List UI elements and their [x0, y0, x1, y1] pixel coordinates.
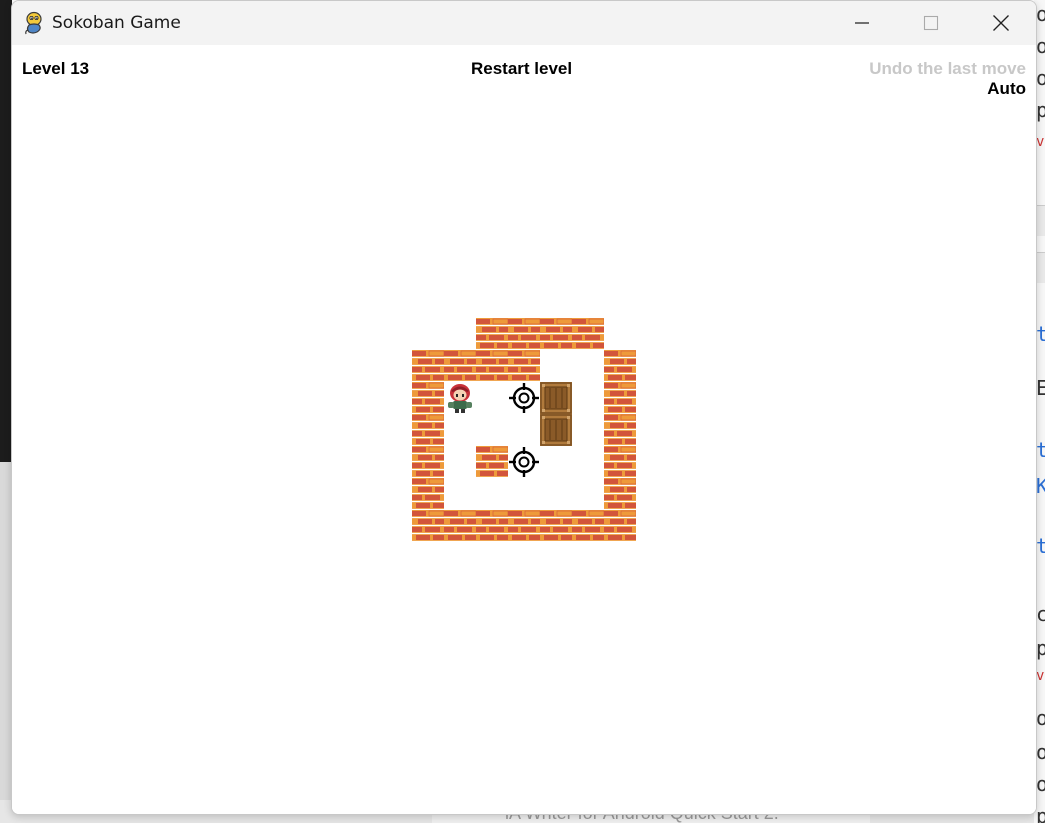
sokoban-window: Sokoban Game Level 13 Restart level Undo…: [11, 0, 1037, 815]
wooden-crate-box: [540, 414, 572, 446]
auto-solve-button[interactable]: Auto: [987, 79, 1026, 99]
background-code-fragment: v: [1036, 134, 1045, 150]
wall-tile: [412, 510, 445, 543]
background-code-fragment: o: [1036, 34, 1045, 58]
background-code-fragment: p: [1036, 636, 1045, 660]
title-bar[interactable]: Sokoban Game: [12, 1, 1036, 45]
undo-last-move-button[interactable]: Undo the last move: [869, 59, 1026, 79]
maximize-button[interactable]: [908, 1, 954, 45]
minimize-icon: [855, 22, 869, 24]
background-code-fragment: p: [1036, 98, 1045, 122]
background-link-fragment: t: [1036, 534, 1045, 558]
player-character: [444, 382, 476, 414]
wall-tile: [540, 510, 573, 543]
background-code-fragment: o: [1036, 740, 1045, 764]
wall-tile: [476, 510, 509, 543]
level-label: Level 13: [22, 59, 90, 78]
background-code-fragment: v: [1036, 668, 1045, 684]
window-title: Sokoban Game: [52, 13, 181, 33]
wall-tile: [604, 414, 637, 447]
wall-tile: [604, 382, 637, 415]
wall-tile: [604, 478, 637, 511]
restart-level-button[interactable]: Restart level: [471, 59, 572, 79]
background-code-fragment: p: [1036, 804, 1045, 823]
wall-tile: [572, 318, 605, 351]
wall-tile: [604, 446, 637, 479]
wall-tile: [476, 350, 509, 383]
wall-tile: [412, 446, 445, 479]
wall-tile: [444, 350, 477, 383]
wall-tile: [604, 350, 637, 383]
background-link-fragment: t: [1036, 322, 1045, 346]
wall-tile: [540, 318, 573, 351]
wooden-crate-box: [540, 382, 572, 414]
wall-tile: [412, 382, 445, 415]
background-code-fragment: o: [1036, 706, 1045, 730]
background-code-fragment: E: [1036, 376, 1045, 400]
wall-tile: [508, 318, 541, 351]
close-icon: [993, 15, 1009, 31]
background-code-fragment: o: [1036, 66, 1045, 90]
wall-tile: [412, 414, 445, 447]
target-crosshair-icon: [508, 382, 540, 414]
wall-tile: [508, 510, 541, 543]
background-code-fragment: o: [1036, 772, 1045, 796]
background-code-fragment: o: [1036, 2, 1045, 26]
background-link-fragment: t: [1036, 438, 1045, 462]
wall-tile: [444, 510, 477, 543]
wall-tile: [508, 350, 541, 383]
wall-tile: [572, 510, 605, 543]
minimize-button[interactable]: [839, 1, 885, 45]
wall-tile: [476, 318, 509, 351]
game-canvas[interactable]: Level 13 Restart level Undo the last mov…: [12, 45, 1036, 814]
wall-tile: [476, 446, 509, 479]
close-button[interactable]: [978, 1, 1024, 45]
wall-tile: [412, 350, 445, 383]
python-snake-icon: [23, 11, 45, 35]
maximize-icon: [923, 15, 939, 31]
background-code-fragment: c: [1036, 602, 1045, 626]
background-link-fragment: K: [1036, 474, 1045, 498]
sokoban-board: [412, 318, 637, 543]
wall-tile: [412, 478, 445, 511]
target-crosshair-icon: [508, 446, 540, 478]
wall-tile: [604, 510, 637, 543]
